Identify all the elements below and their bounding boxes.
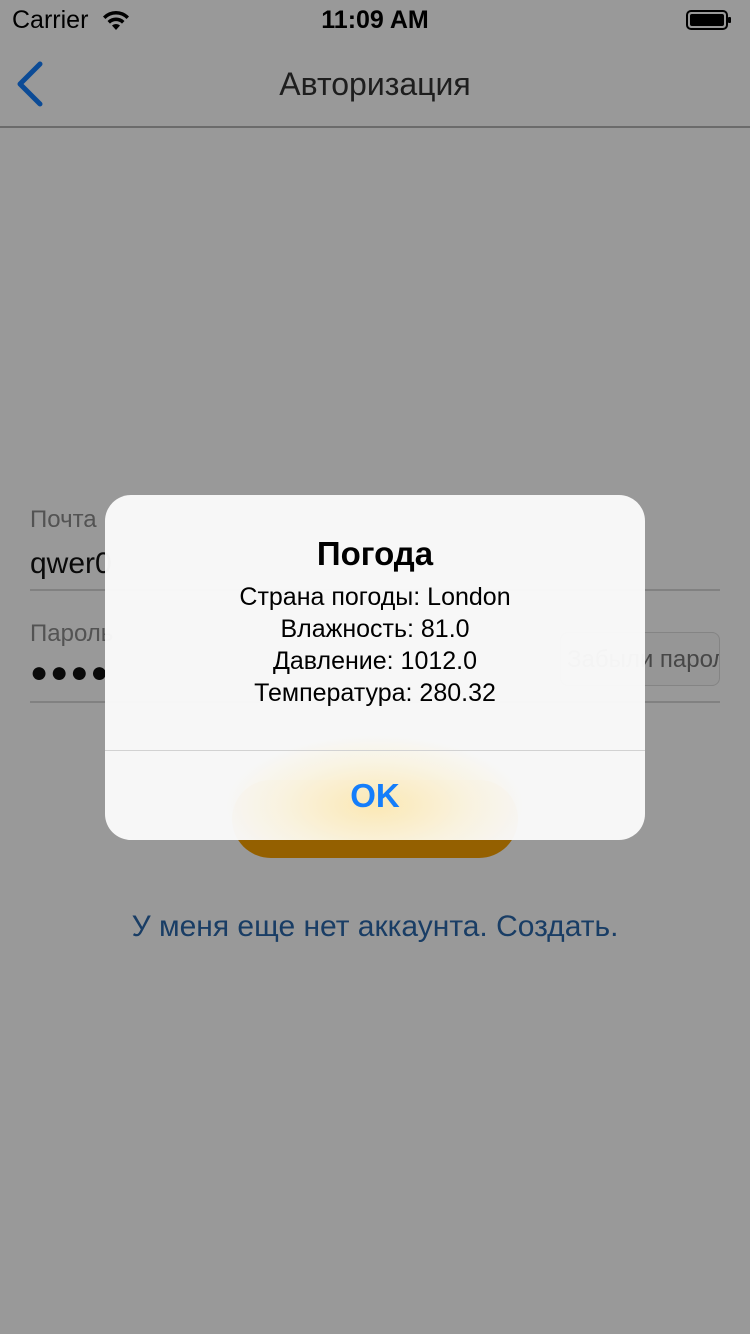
alert-title: Погода: [316, 535, 434, 572]
alert-message: Страна погоды: London Влажность: 81.0 Да…: [105, 581, 645, 709]
alert-line-country: Страна погоды: London: [239, 583, 511, 611]
alert-line-pressure: Давление: 1012.0: [272, 647, 478, 675]
weather-alert: Погода Страна погоды: London Влажность: …: [105, 495, 645, 840]
alert-line-humidity: Влажность: 81.0: [280, 615, 470, 643]
alert-line-temperature: Температура: 280.32: [254, 679, 496, 707]
ok-button[interactable]: OK: [105, 751, 645, 840]
